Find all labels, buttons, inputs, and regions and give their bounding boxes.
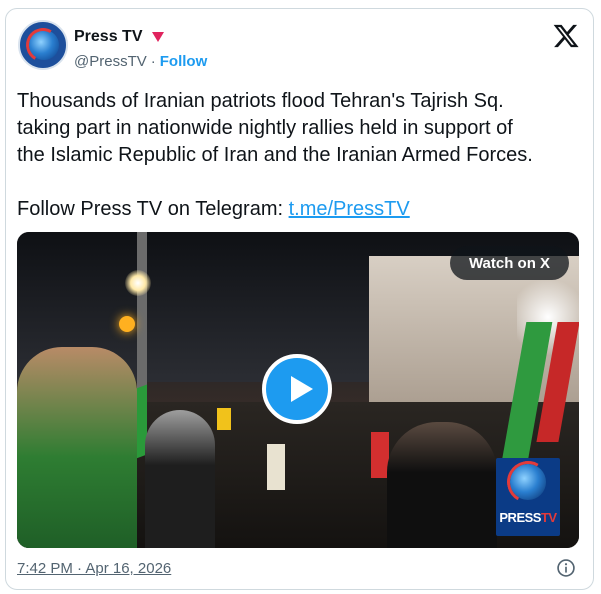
telegram-prefix: Follow Press TV on Telegram: <box>17 198 289 220</box>
scene-person <box>145 410 215 548</box>
timestamp-link[interactable]: 7:42 PM · Apr 16, 2026 <box>17 560 171 577</box>
tweet-line: the Islamic Republic of Iran and the Ira… <box>17 144 533 166</box>
follow-button[interactable]: Follow <box>160 53 208 70</box>
watch-on-x-button[interactable]: Watch on X <box>450 246 569 280</box>
tweet-line: Thousands of Iranian patriots flood Tehr… <box>17 90 504 112</box>
telegram-line: Follow Press TV on Telegram: t.me/PressT… <box>17 196 577 223</box>
scene-person <box>387 422 497 548</box>
presstv-watermark-icon: PRESSTV <box>496 456 560 536</box>
x-logo-icon[interactable] <box>552 22 580 50</box>
watermark-text-a: PRESS <box>499 510 541 525</box>
logo-arc <box>22 24 64 66</box>
affiliation-badge-icon <box>152 32 165 42</box>
watermark-text-b: TV <box>540 510 557 525</box>
scene-flag <box>267 444 285 490</box>
scene-person <box>17 347 137 548</box>
play-icon[interactable] <box>262 354 332 424</box>
author-handle-row: @PressTV · Follow <box>74 53 207 70</box>
tweet-line: taking part in nationwide nightly rallie… <box>17 117 513 139</box>
tweet-text: Thousands of Iranian patriots flood Tehr… <box>17 88 577 223</box>
separator: · <box>150 53 156 70</box>
watermark-arc <box>502 456 554 508</box>
author-name-row: Press TV <box>74 28 165 46</box>
watermark-text: PRESSTV <box>496 510 560 525</box>
scene-traffic-light <box>119 316 135 332</box>
scene-flag <box>217 408 231 430</box>
scene-lamp <box>125 270 151 296</box>
info-icon[interactable] <box>556 558 576 578</box>
display-name[interactable]: Press TV <box>74 28 142 46</box>
handle[interactable]: @PressTV <box>74 53 147 70</box>
avatar[interactable] <box>18 20 68 70</box>
play-triangle <box>291 376 313 402</box>
telegram-link[interactable]: t.me/PressTV <box>289 198 410 220</box>
